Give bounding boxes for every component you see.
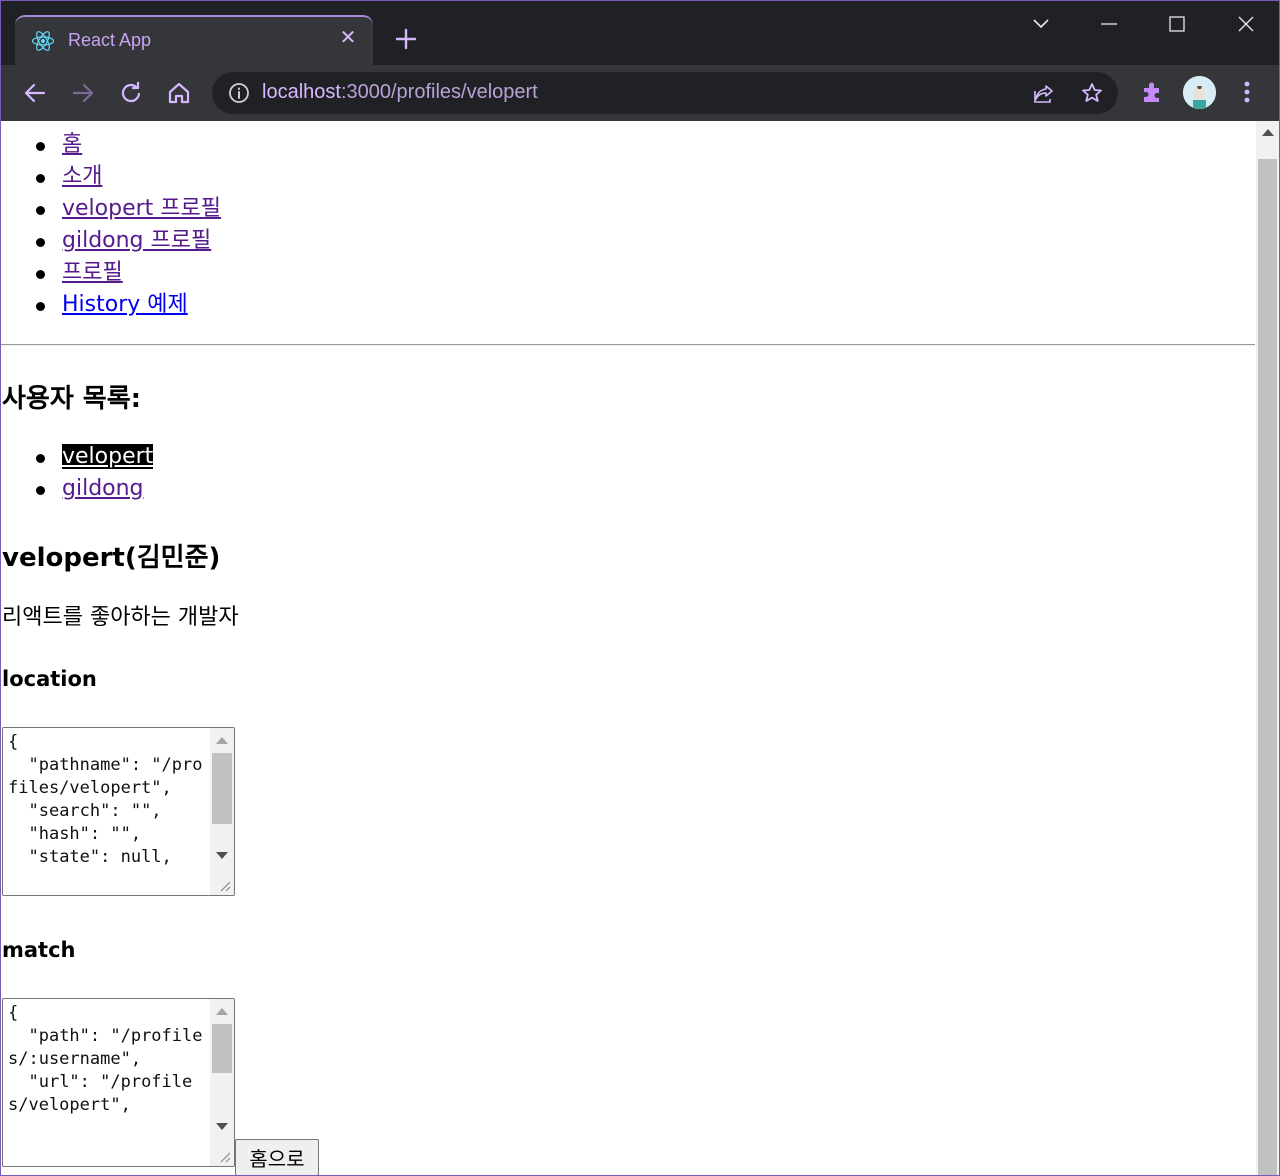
- home-icon[interactable]: [165, 79, 193, 107]
- user-list-item: velopert: [1, 441, 154, 473]
- nav-item: 소개: [1, 161, 221, 193]
- match-json-text: { "path": "/profiles/:username", "url": …: [8, 1003, 203, 1115]
- scroll-up-arrow-icon[interactable]: [216, 1008, 228, 1015]
- nav-item: 프로필: [1, 257, 221, 289]
- more-vertical-icon[interactable]: [1235, 79, 1259, 105]
- nav-link-about[interactable]: 소개: [62, 164, 102, 189]
- nav-link-gildong-profile[interactable]: gildong 프로필: [62, 228, 211, 253]
- nav-link-history-example[interactable]: History 예제: [62, 292, 188, 317]
- match-textarea-scrollbar[interactable]: [210, 999, 234, 1166]
- location-textarea[interactable]: { "pathname": "/profiles/velopert", "sea…: [2, 727, 235, 896]
- tab-title: React App: [68, 30, 152, 50]
- close-window-icon[interactable]: [1226, 11, 1266, 39]
- tab-react-app[interactable]: React App ✕: [15, 15, 373, 65]
- page-scroll-thumb[interactable]: [1258, 159, 1277, 1175]
- match-textarea[interactable]: { "path": "/profiles/:username", "url": …: [2, 998, 235, 1167]
- back-arrow-icon[interactable]: [21, 79, 49, 107]
- address-bar[interactable]: localhost:3000/profiles/velopert: [212, 72, 1118, 114]
- user-list: velopert gildong: [1, 441, 154, 505]
- browser-window: React App ✕ localhost:3000/profiles/velo…: [0, 0, 1280, 1176]
- nav-item: velopert 프로필: [1, 193, 221, 225]
- react-logo-icon: [31, 31, 55, 51]
- scroll-down-arrow-icon[interactable]: [216, 852, 228, 859]
- users-heading: 사용자 목록:: [2, 384, 142, 414]
- resize-grip-icon[interactable]: [213, 1145, 233, 1165]
- url-host: localhost: [262, 81, 341, 103]
- reload-icon[interactable]: [117, 79, 145, 107]
- main-nav-list: 홈 소개 velopert 프로필 gildong 프로필 프로필 Histor…: [1, 129, 221, 321]
- resize-grip-icon[interactable]: [213, 874, 233, 894]
- page-scrollbar[interactable]: [1256, 121, 1279, 1175]
- share-icon[interactable]: [1032, 82, 1056, 106]
- scroll-down-arrow-icon[interactable]: [216, 1123, 228, 1130]
- info-icon[interactable]: [228, 82, 250, 104]
- tab-search-chevron-down-icon[interactable]: [1021, 11, 1061, 39]
- nav-link-home[interactable]: 홈: [62, 132, 82, 157]
- nav-item: 홈: [1, 129, 221, 161]
- browser-toolbar: localhost:3000/profiles/velopert: [1, 65, 1279, 121]
- bookmark-star-icon[interactable]: [1080, 81, 1104, 105]
- profile-name-heading: velopert(김민준): [2, 543, 221, 573]
- scroll-thumb[interactable]: [212, 1024, 232, 1073]
- url-path: :3000/profiles/velopert: [340, 81, 538, 103]
- location-heading: location: [2, 667, 97, 691]
- cat-avatar-icon: [1183, 76, 1216, 109]
- nav-link-velopert-profile[interactable]: velopert 프로필: [62, 196, 221, 221]
- tab-close-icon[interactable]: ✕: [337, 26, 359, 48]
- match-heading: match: [2, 938, 76, 962]
- go-home-button[interactable]: 홈으로: [235, 1139, 319, 1175]
- profile-avatar[interactable]: [1183, 76, 1216, 109]
- nav-item: gildong 프로필: [1, 225, 221, 257]
- extensions-puzzle-icon[interactable]: [1140, 79, 1166, 105]
- minimize-icon[interactable]: [1089, 11, 1129, 39]
- url-text: localhost:3000/profiles/velopert: [262, 81, 538, 104]
- nav-link-profiles[interactable]: 프로필: [62, 260, 123, 285]
- tab-strip: React App ✕: [1, 1, 1279, 65]
- user-list-item: gildong: [1, 473, 153, 505]
- user-link-gildong[interactable]: gildong: [62, 476, 144, 501]
- user-link-velopert[interactable]: velopert: [62, 444, 154, 469]
- new-tab-icon[interactable]: [392, 25, 420, 53]
- page-scroll-up-arrow-icon[interactable]: [1262, 129, 1274, 136]
- nav-item: History 예제: [1, 289, 221, 321]
- maximize-icon[interactable]: [1157, 11, 1197, 39]
- page-content: 홈 소개 velopert 프로필 gildong 프로필 프로필 Histor…: [1, 121, 1256, 1175]
- forward-arrow-icon[interactable]: [69, 79, 97, 107]
- location-json-text: { "pathname": "/profiles/velopert", "sea…: [8, 732, 203, 867]
- profile-description: 리액트를 좋아하는 개발자: [2, 605, 239, 630]
- location-textarea-scrollbar[interactable]: [210, 728, 234, 895]
- horizontal-divider: [1, 344, 1255, 346]
- scroll-up-arrow-icon[interactable]: [216, 737, 228, 744]
- scroll-thumb[interactable]: [212, 753, 232, 824]
